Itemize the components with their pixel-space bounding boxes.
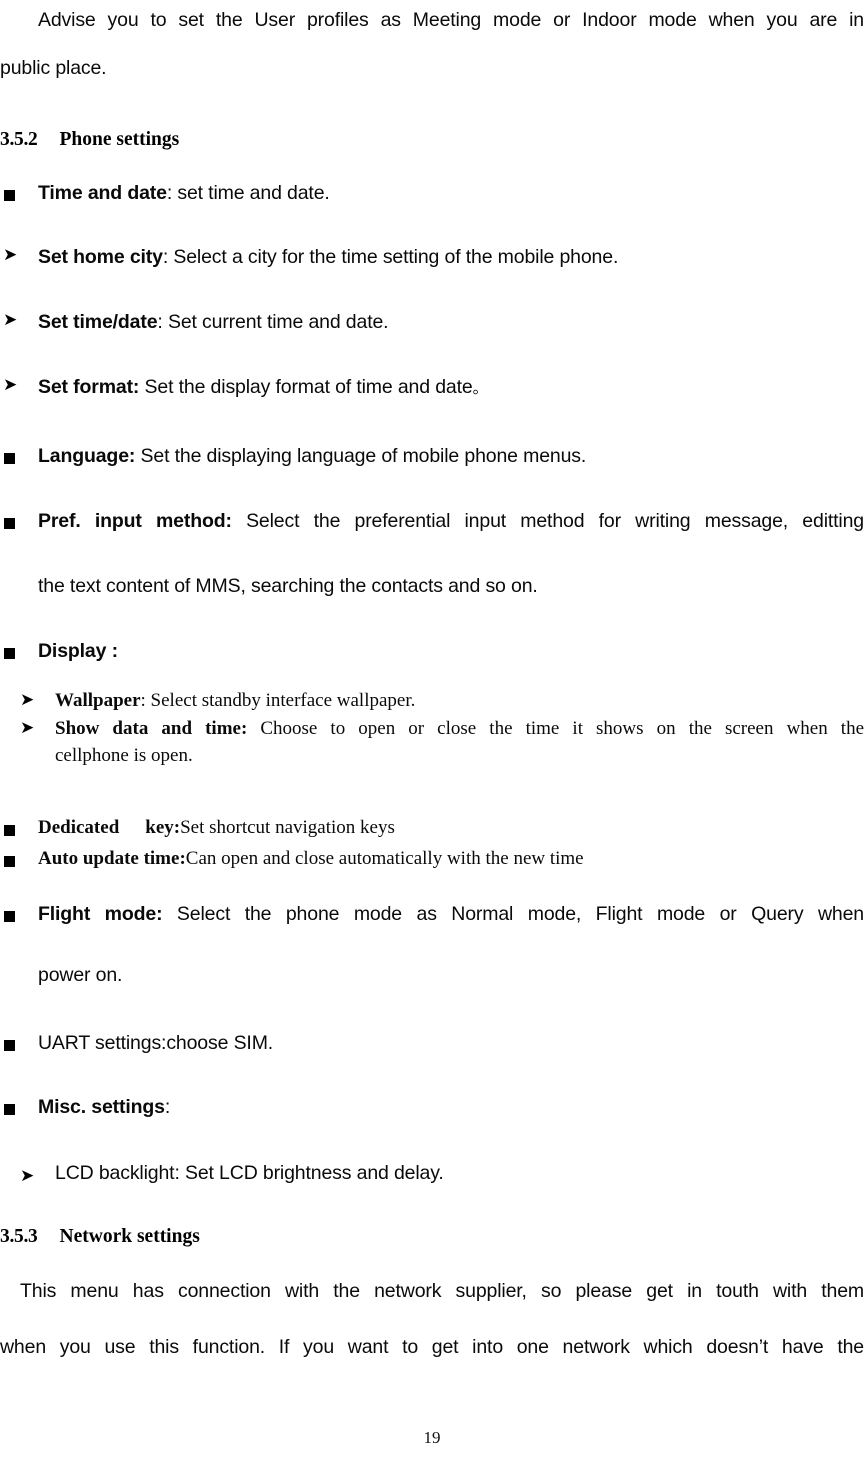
list-item-set-time-date: Set time/date: Set current time and date…: [38, 310, 389, 334]
list-item-flight-mode: Flight mode: Select the phone mode as No…: [38, 902, 864, 926]
square-bullet-icon: [4, 190, 15, 201]
square-bullet-icon: [4, 1104, 15, 1115]
term-misc-settings: Misc. settings: [38, 1096, 165, 1118]
intro-paragraph-line-2: public place.: [0, 57, 107, 79]
desc-auto-update-time: Can open and close automatically with th…: [185, 848, 584, 869]
list-item-display: Display :: [38, 640, 118, 662]
network-paragraph-line-1: This menu has connection with the networ…: [20, 1280, 864, 1302]
desc-time-and-date: : set time and date.: [166, 182, 330, 204]
term-time-and-date: Time and date: [38, 182, 167, 204]
arrow-bullet-icon: ➤: [3, 375, 18, 395]
list-item-lcd-backlight: LCD backlight: Set LCD brightness and de…: [55, 1162, 444, 1184]
section-number: 3.5.2: [0, 129, 38, 150]
term-set-home-city: Set home city: [38, 246, 163, 268]
desc-set-format-tail: 。: [472, 379, 488, 397]
network-paragraph-line-2: when you use this function. If you want …: [0, 1336, 864, 1358]
term-pref-input-method: Pref. input method:: [38, 510, 232, 532]
term-set-time-date: Set time/date: [38, 311, 158, 333]
arrow-bullet-icon: ➤: [20, 718, 35, 738]
list-item-time-and-date: Time and date: set time and date.: [38, 181, 330, 205]
square-bullet-icon: [4, 1040, 15, 1051]
term-language: Language:: [38, 445, 136, 467]
square-bullet-icon: [4, 518, 15, 529]
term-dedicated: Dedicated: [38, 817, 120, 838]
list-item-set-home-city: Set home city: Select a city for the tim…: [38, 245, 618, 269]
list-item-pref-input-method-line-2: the text content of MMS, searching the c…: [38, 575, 538, 597]
desc-set-format: Set the display format of time and date: [139, 376, 473, 398]
list-item-pref-input-method: Pref. input method: Select the preferent…: [38, 509, 864, 533]
list-item-auto-update-time: Auto update time:Can open and close auto…: [38, 847, 584, 870]
desc-misc-settings: :: [164, 1096, 171, 1118]
section-title: Network settings: [59, 1226, 200, 1247]
list-item-wallpaper: Wallpaper: Select standby interface wall…: [55, 689, 415, 712]
intro-paragraph-line-1: Advise you to set the User profiles as M…: [38, 9, 864, 31]
arrow-bullet-icon: ➤: [20, 690, 35, 710]
desc-language: Set the displaying language of mobile ph…: [135, 445, 587, 467]
square-bullet-icon: [4, 453, 15, 464]
arrow-bullet-icon: ➤: [3, 245, 18, 265]
desc-show-data-and-time: Choose to open or close the time it show…: [247, 718, 864, 739]
section-title: Phone settings: [59, 129, 180, 150]
list-item-set-format: Set format: Set the display format of ti…: [38, 375, 488, 400]
term-dedicated-key: key:: [145, 817, 181, 838]
document-page: Advise you to set the User profiles as M…: [0, 0, 864, 1471]
desc-dedicated-key: Set shortcut navigation keys: [180, 817, 395, 838]
square-bullet-icon: [4, 825, 15, 836]
list-item-dedicated-key: Dedicated key:Set shortcut navigation key…: [38, 816, 395, 839]
desc-set-home-city: : Select a city for the time setting of …: [162, 246, 619, 268]
arrow-bullet-icon: ➤: [20, 1166, 35, 1186]
section-number: 3.5.3: [0, 1226, 38, 1247]
desc-flight-mode: Select the phone mode as Normal mode, Fl…: [162, 903, 864, 925]
square-bullet-icon: [4, 911, 15, 922]
term-flight-mode: Flight mode:: [38, 903, 163, 925]
desc-wallpaper: : Select standby interface wallpaper.: [140, 690, 416, 711]
list-item-show-data-and-time-line-2: cellphone is open.: [55, 745, 193, 766]
term-wallpaper: Wallpaper: [55, 690, 141, 711]
arrow-bullet-icon: ➤: [3, 310, 18, 330]
list-item-show-data-and-time: Show data and time: Choose to open or cl…: [55, 717, 864, 740]
term-show-data-and-time: Show data and time:: [55, 718, 248, 739]
desc-set-time-date: : Set current time and date.: [157, 311, 389, 333]
list-item-misc-settings: Misc. settings:: [38, 1095, 170, 1119]
list-item-flight-mode-line-2: power on.: [38, 964, 123, 986]
list-item-language: Language: Set the displaying language of…: [38, 444, 586, 468]
list-item-uart-settings: UART settings:choose SIM.: [38, 1032, 274, 1054]
section-heading-3-5-2: 3.5.2 Phone settings: [0, 128, 179, 152]
section-heading-3-5-3: 3.5.3 Network settings: [0, 1225, 200, 1249]
square-bullet-icon: [4, 648, 15, 659]
desc-pref-input-method: Select the preferential input method for…: [231, 510, 864, 532]
square-bullet-icon: [4, 856, 15, 867]
page-number: 19: [423, 1428, 441, 1447]
term-auto-update-time: Auto update time:: [38, 848, 186, 869]
term-set-format: Set format:: [38, 376, 140, 398]
